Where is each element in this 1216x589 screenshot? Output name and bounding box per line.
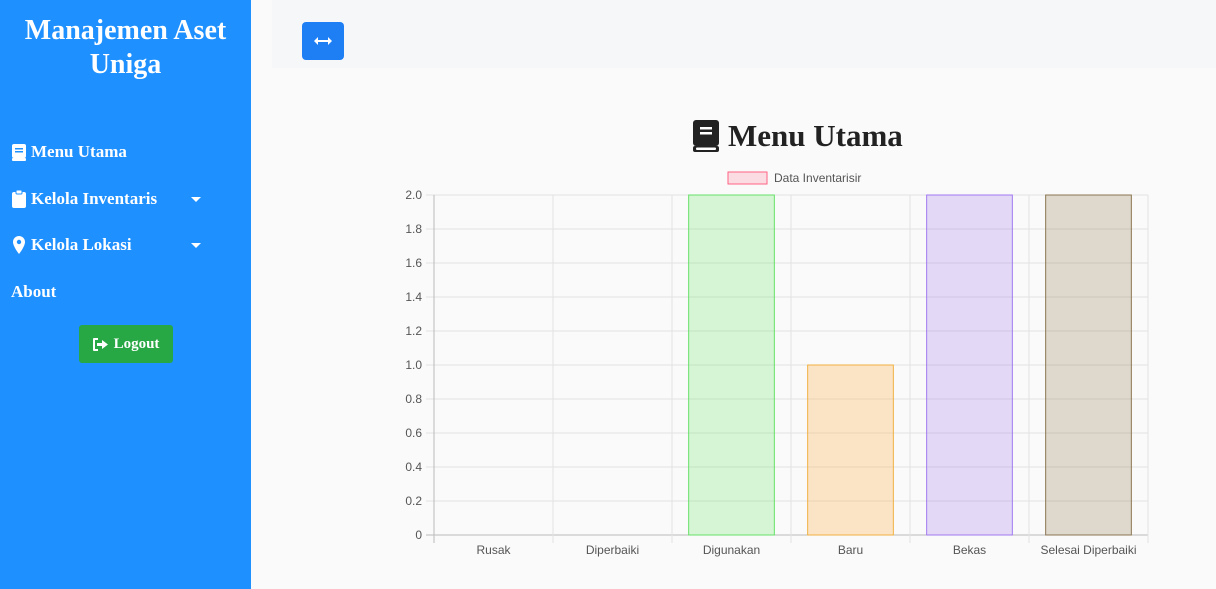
sidebar: Manajemen Aset Uniga Menu Utama Kelola I…: [0, 0, 251, 589]
sidebar-toggle-button[interactable]: [302, 22, 344, 60]
y-tick-label: 0.6: [405, 426, 422, 440]
sidebar-item-kelola-lokasi[interactable]: Kelola Lokasi: [11, 232, 211, 258]
y-tick-label: 1.8: [405, 222, 422, 236]
bar-selesai-diperbaiki: [1045, 194, 1132, 536]
sidebar-item-about[interactable]: About: [11, 279, 211, 305]
sidebar-item-label: About: [11, 282, 57, 301]
y-tick-label: 1.0: [405, 358, 422, 372]
y-tick-label: 0: [415, 528, 422, 542]
book-icon: [693, 120, 719, 152]
map-marker-icon: [11, 236, 27, 254]
logout-button[interactable]: Logout: [79, 325, 173, 363]
chevron-down-icon: [191, 197, 201, 202]
bar-digunakan: [688, 194, 775, 536]
x-tick-label: Rusak: [476, 543, 511, 557]
y-tick-label: 0.2: [405, 494, 422, 508]
legend-swatch: [727, 171, 768, 185]
logout-label: Logout: [113, 335, 160, 352]
y-tick-label: 0.8: [405, 392, 422, 406]
book-icon: [11, 143, 27, 161]
page-heading: Menu Utama: [692, 116, 903, 156]
sidebar-item-kelola-inventaris[interactable]: Kelola Inventaris: [11, 186, 211, 212]
x-tick-label: Selesai Diperbaiki: [1040, 543, 1136, 557]
bar-baru: [807, 364, 894, 536]
bar-chart: Data Inventarisir 0 0.2 0.4 0.6 0.8 1.0 1.2 1.4 1…: [405, 171, 1149, 557]
y-tick-label: 1.6: [405, 256, 422, 270]
y-tick-label: 2.0: [405, 188, 422, 202]
arrows-horizontal-icon: [314, 37, 332, 45]
page-title: Menu Utama: [728, 118, 903, 153]
y-tick-label: 0.4: [405, 460, 422, 474]
sidebar-item-label: Menu Utama: [31, 142, 127, 161]
sidebar-item-label: Kelola Lokasi: [31, 235, 132, 254]
sidebar-item-label: Kelola Inventaris: [31, 189, 158, 208]
clipboard-icon: [11, 190, 27, 208]
y-tick-label: 1.4: [405, 290, 422, 304]
x-tick-label: Baru: [838, 543, 863, 557]
x-tick-label: Digunakan: [703, 543, 760, 557]
brand-title: Manajemen Aset Uniga: [24, 15, 227, 80]
bar-bekas: [926, 194, 1013, 536]
x-tick-label: Bekas: [953, 543, 986, 557]
sidebar-item-menu-utama[interactable]: Menu Utama: [11, 139, 211, 165]
top-bar: [272, 0, 1216, 68]
sign-out-icon: [92, 337, 108, 351]
y-tick-label: 1.2: [405, 324, 422, 338]
legend-label: Data Inventarisir: [774, 171, 861, 185]
chevron-down-icon: [191, 243, 201, 248]
x-tick-label: Diperbaiki: [586, 543, 639, 557]
